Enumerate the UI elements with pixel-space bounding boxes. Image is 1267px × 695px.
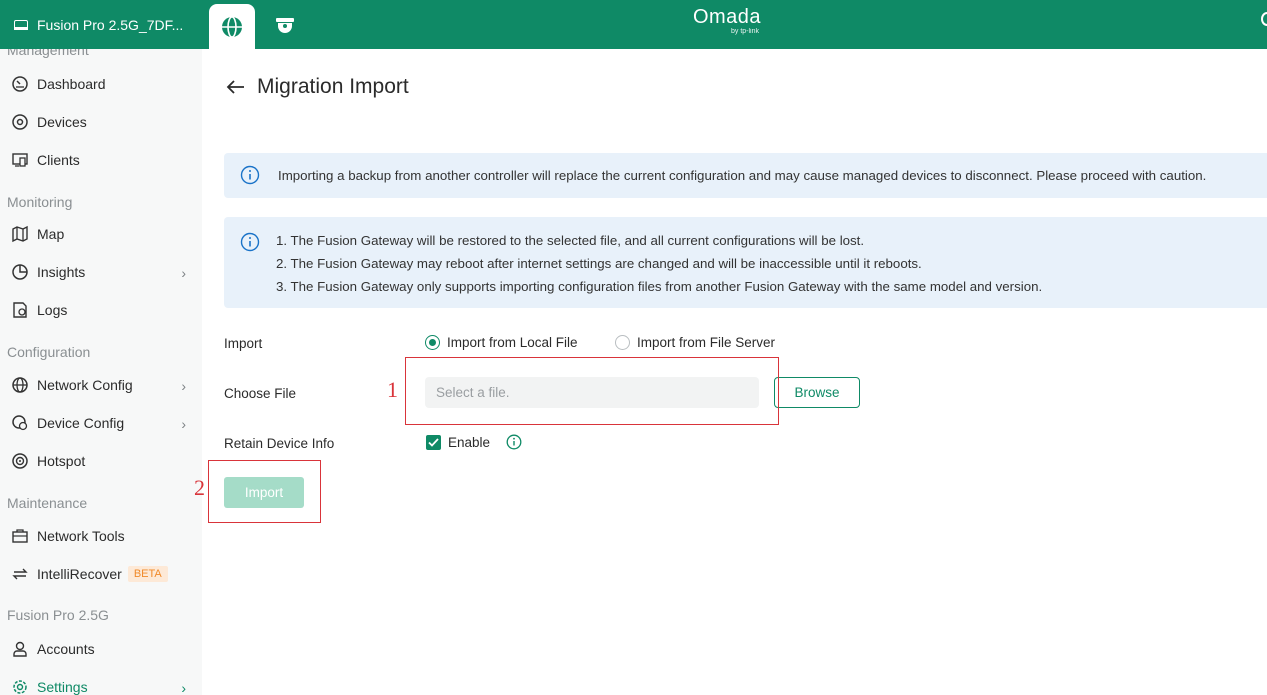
sidebar-section-configuration: Configuration: [7, 344, 91, 360]
radio-label: Import from File Server: [637, 335, 776, 350]
sidebar-item-intellirecover[interactable]: IntelliRecover BETA: [0, 556, 202, 592]
hotspot-icon: [11, 452, 29, 470]
sidebar-item-map[interactable]: Map: [0, 216, 202, 252]
annotation-number-2: 2: [194, 475, 205, 500]
info-icon: [240, 232, 260, 252]
choose-file-label: Choose File: [224, 386, 297, 401]
user-icon: [11, 640, 29, 658]
annotation-number-1: 1: [387, 377, 398, 402]
tab-network[interactable]: [209, 4, 255, 49]
info-icon: [240, 165, 260, 185]
omada-logo: Omada by tp-link: [689, 6, 765, 36]
sidebar-item-accounts[interactable]: Accounts: [0, 631, 202, 667]
annotation-box-2: [208, 460, 321, 523]
camera-icon: [276, 18, 294, 33]
radio-import-local[interactable]: Import from Local File: [425, 335, 578, 350]
sidebar-item-insights[interactable]: Insights ›: [0, 254, 202, 290]
sidebar-section-management: Management: [7, 49, 89, 58]
radio-dot: [615, 335, 630, 350]
brand-sub: by tp-link: [730, 28, 759, 35]
chevron-right-icon: ›: [181, 680, 186, 695]
clients-icon: [11, 151, 29, 169]
sidebar-item-dashboard[interactable]: Dashboard: [0, 66, 202, 102]
brand-name: Omada: [692, 6, 762, 28]
browse-button[interactable]: Browse: [774, 377, 860, 408]
sidebar-item-hotspot[interactable]: Hotspot: [0, 443, 202, 479]
beta-badge: BETA: [127, 566, 168, 582]
globe-icon: [222, 15, 242, 38]
sidebar-item-network-config[interactable]: Network Config ›: [0, 367, 202, 403]
device-config-icon: [11, 414, 29, 432]
note-line: 2. The Fusion Gateway may reboot after i…: [276, 256, 922, 271]
sidebar-item-label: Insights: [37, 264, 86, 280]
sidebar-item-settings[interactable]: Settings ›: [0, 669, 202, 695]
sidebar-item-label: Dashboard: [37, 76, 106, 92]
tab-camera[interactable]: [272, 12, 298, 38]
sidebar-item-devices[interactable]: Devices: [0, 104, 202, 140]
warning-alert: Importing a backup from another controll…: [224, 153, 1267, 198]
radio-dot: [425, 335, 440, 350]
note-line: 1. The Fusion Gateway will be restored t…: [276, 233, 865, 248]
radio-import-server[interactable]: Import from File Server: [615, 335, 775, 350]
retain-device-info-label: Retain Device Info: [224, 436, 335, 451]
enable-checkbox[interactable]: [426, 435, 441, 450]
sidebar: Management Dashboard Devices Clients Mon…: [0, 49, 202, 695]
sidebar-item-device-config[interactable]: Device Config ›: [0, 405, 202, 441]
sidebar-item-label: Settings: [37, 679, 88, 695]
back-arrow-icon[interactable]: [226, 76, 248, 98]
sidebar-item-label: Logs: [37, 302, 68, 318]
info-icon[interactable]: [506, 434, 522, 450]
sidebar-item-label: Device Config: [37, 415, 125, 431]
site-name: Fusion Pro 2.5G_7DF...: [37, 16, 184, 33]
sidebar-item-label: Network Config: [37, 377, 133, 393]
annotation-box-1: [405, 357, 779, 425]
notes-alert: 1. The Fusion Gateway will be restored t…: [224, 217, 1267, 308]
logs-icon: [11, 301, 29, 319]
sidebar-item-label: Clients: [37, 152, 80, 168]
globe-icon: [11, 376, 29, 394]
site-selector[interactable]: Fusion Pro 2.5G_7DF...: [0, 0, 202, 49]
radio-label: Import from Local File: [447, 335, 578, 350]
chevron-right-icon: ›: [181, 416, 186, 432]
gear-icon: [11, 678, 29, 695]
insights-icon: [11, 263, 29, 281]
check-icon: [428, 438, 439, 447]
sidebar-item-label: Network Tools: [37, 528, 125, 544]
main-content: Migration Import Importing a backup from…: [194, 49, 1267, 695]
page-header: Migration Import: [226, 75, 409, 99]
sidebar-item-network-tools[interactable]: Network Tools: [0, 518, 202, 554]
devices-icon: [11, 113, 29, 131]
sidebar-item-clients[interactable]: Clients: [0, 142, 202, 178]
toolbox-icon: [11, 527, 29, 545]
note-line: 3. The Fusion Gateway only supports impo…: [276, 279, 1043, 294]
warning-text: Importing a backup from another controll…: [278, 168, 1207, 183]
enable-label: Enable: [448, 435, 491, 450]
sidebar-item-label: Devices: [37, 114, 87, 130]
sidebar-section-maintenance: Maintenance: [7, 495, 88, 511]
sidebar-item-label: Map: [37, 226, 65, 242]
import-label: Import: [224, 336, 263, 351]
dashboard-icon: [11, 75, 29, 93]
chevron-right-icon: ›: [181, 265, 186, 281]
chevron-right-icon: ›: [181, 378, 186, 394]
sidebar-item-logs[interactable]: Logs: [0, 292, 202, 328]
sidebar-item-label: Accounts: [37, 641, 95, 657]
sidebar-section-device: Fusion Pro 2.5G: [7, 607, 109, 623]
sidebar-item-label: IntelliRecover: [37, 566, 122, 582]
map-icon: [11, 225, 29, 243]
gateway-icon: [14, 19, 28, 30]
user-icon[interactable]: [1261, 12, 1267, 26]
recover-icon: [11, 565, 29, 583]
sidebar-item-label: Hotspot: [37, 453, 86, 469]
page-title: Migration Import: [257, 75, 409, 98]
top-bar: Fusion Pro 2.5G_7DF... Omada by tp-link: [0, 0, 1267, 49]
sidebar-section-monitoring: Monitoring: [7, 194, 73, 210]
